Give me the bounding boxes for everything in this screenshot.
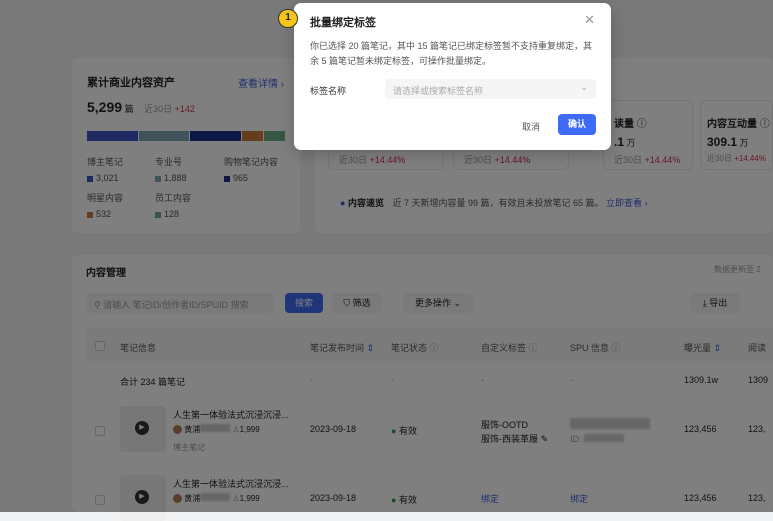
tag-name-select[interactable]: 请选择或搜索标签名称 ⌄ bbox=[385, 79, 596, 99]
step-badge: 1 bbox=[278, 9, 298, 28]
confirm-button[interactable]: 确认 bbox=[558, 114, 596, 135]
modal-message: 你已选择 20 篇笔记，其中 15 篇笔记已绑定标签暂不支持重复绑定，其余 5 … bbox=[310, 41, 593, 66]
chevron-down-icon: ⌄ bbox=[580, 82, 588, 92]
close-icon[interactable]: ✕ bbox=[584, 12, 595, 28]
tag-name-label: 标签名称 bbox=[310, 86, 347, 96]
modal-title: 批量绑定标签 bbox=[310, 17, 376, 29]
cancel-button[interactable]: 取消 bbox=[522, 120, 540, 133]
bind-tags-modal: 批量绑定标签 ✕ 你已选择 20 篇笔记，其中 15 篇笔记已绑定标签暂不支持重… bbox=[294, 3, 611, 150]
